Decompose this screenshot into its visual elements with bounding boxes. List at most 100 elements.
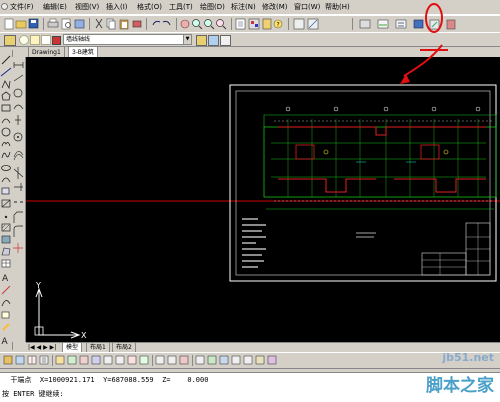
menu-modify[interactable]: 修改(M) (262, 2, 288, 12)
quick-dim-icon (219, 355, 229, 365)
extend-icon (14, 183, 23, 191)
menu-file[interactable]: 文件(F) (10, 2, 34, 12)
modify-move-icon (1, 285, 11, 295)
center-notes (356, 232, 376, 238)
polygon-icon (1, 91, 11, 101)
arc-icon (1, 118, 11, 124)
command-prompt: 按 ENTER 键继续: (2, 390, 64, 398)
scale-icon (79, 355, 89, 365)
mirror-icon (27, 355, 37, 365)
redo-icon (162, 20, 171, 26)
draw-toolbar-icons: A A (0, 55, 12, 347)
fillet-tool-icon (167, 355, 177, 365)
menu-view[interactable]: 视图(V) (75, 2, 99, 12)
array-icon (39, 355, 49, 365)
chevron-down-icon[interactable]: ▼ (183, 34, 192, 45)
open-folder-icon (15, 20, 27, 29)
chamfer-icon (13, 211, 23, 223)
layer-extra-icon[interactable] (220, 35, 231, 46)
title-block (421, 222, 491, 276)
menu-window[interactable]: 窗口(W) (294, 2, 320, 12)
make-current-layer-icon[interactable] (196, 35, 207, 46)
rectangle-icon (1, 104, 11, 112)
region-icon (1, 247, 11, 256)
highlight-circle-icon (425, 3, 443, 33)
building-floor-plan (263, 106, 497, 210)
break-tool-icon (127, 355, 137, 365)
spline-icon (1, 151, 11, 159)
multiline-text-icon: A (2, 337, 9, 347)
insert-block-icon (1, 187, 10, 195)
polyline-icon (1, 80, 11, 90)
rotate-icon (67, 355, 77, 365)
watermark-name: 脚本之家 (426, 376, 494, 396)
menu-insert[interactable]: 插入(I) (106, 2, 128, 12)
dim-radius-icon (13, 88, 23, 98)
layer-lock-icon[interactable] (41, 35, 51, 45)
zoom-window-icon (204, 19, 215, 30)
watermark-site: jb51.net (442, 351, 494, 364)
offset-icon (13, 151, 24, 161)
modify-rotate-icon (1, 300, 11, 307)
layout-tool-icon (293, 18, 305, 30)
layer-previous-icon[interactable] (208, 35, 219, 46)
new-file-icon (4, 18, 14, 30)
print-icon (47, 18, 59, 28)
layer-color-swatch (52, 36, 61, 45)
properties-icon (235, 18, 246, 30)
layer-freeze-icon[interactable] (30, 35, 40, 45)
baseline-dim-icon (231, 355, 241, 365)
move-icon (55, 355, 65, 365)
ellipse-icon (1, 165, 11, 171)
explode-icon (13, 243, 23, 253)
tool-palette-icon (262, 18, 272, 30)
explode-tool-icon (179, 355, 189, 365)
publish-icon (74, 19, 85, 29)
svg-text:?: ? (277, 22, 280, 29)
coords-line: 干端点 X=1000921.171 Y=687088.559 Z= 0.000 (2, 376, 209, 384)
layer-on-icon[interactable] (19, 35, 29, 45)
red-annotation (400, 3, 448, 84)
gradient-icon (1, 235, 11, 244)
construction-line-icon (0, 67, 12, 77)
dim-center-icon (13, 132, 23, 142)
join-icon (139, 355, 149, 365)
copy-object-icon (15, 355, 25, 365)
modify-toolbar (12, 57, 26, 342)
circle-icon (1, 127, 11, 137)
text-icon: A (2, 274, 9, 284)
zoom-realtime-icon (192, 19, 203, 30)
layer-manager-icon[interactable] (4, 35, 16, 46)
table-icon (1, 259, 11, 268)
pan-icon (180, 19, 190, 29)
ucs-icon (34, 287, 81, 339)
revcloud-icon (1, 142, 11, 147)
design-center-icon (248, 18, 260, 30)
menu-dimension[interactable]: 标注(N) (231, 2, 256, 12)
menu-format[interactable]: 格式(O) (137, 2, 162, 12)
stretch-icon (91, 355, 101, 365)
tab-nav-arrows[interactable]: |◀ ◀ ▶ ▶| (28, 343, 56, 352)
modify-scale-icon (1, 311, 10, 319)
line-icon (1, 55, 11, 65)
trim-icon (13, 167, 24, 179)
menu-help[interactable]: 帮助(H) (325, 2, 350, 12)
ellipse-arc-icon (1, 177, 11, 183)
app-icon[interactable] (1, 3, 8, 10)
block-editor-icon (359, 19, 371, 29)
save-icon (28, 18, 39, 29)
notes-block (242, 218, 266, 268)
fillet-icon (13, 225, 23, 237)
svg-text:A: A (2, 337, 9, 347)
match-prop-icon (132, 20, 142, 28)
chamfer-tool-icon (155, 355, 165, 365)
ucs-x-label: X (81, 331, 87, 340)
menu-draw[interactable]: 绘图(D) (200, 2, 225, 12)
layer-dropdown[interactable]: 墙线轴线 (63, 34, 185, 45)
dim-update-icon (207, 355, 217, 365)
dim-aligned-icon (13, 74, 24, 82)
leader-icon (255, 355, 265, 365)
cut-icon (95, 18, 103, 29)
menu-tools[interactable]: 工具(T) (169, 2, 193, 12)
menu-edit[interactable]: 编辑(E) (43, 2, 67, 12)
